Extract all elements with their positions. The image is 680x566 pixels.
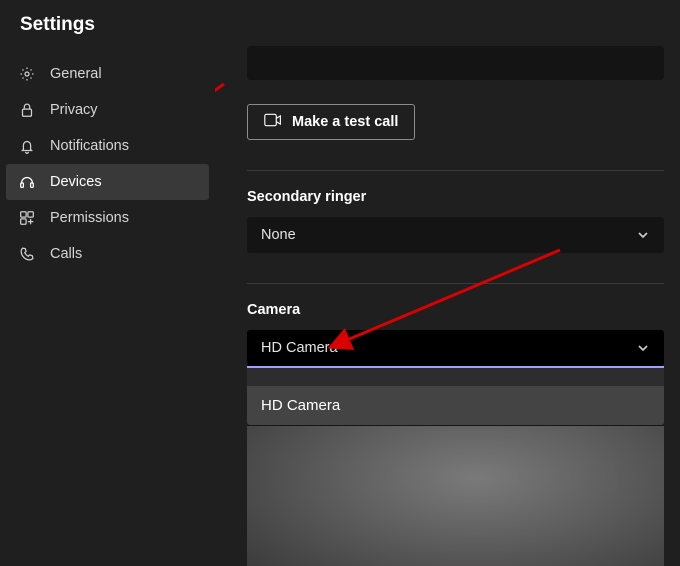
- secondary-ringer-select[interactable]: None: [247, 217, 664, 253]
- gear-icon: [18, 65, 36, 83]
- phone-icon: [18, 245, 36, 263]
- annotation-arrow: [215, 76, 229, 196]
- select-value: HD Camera: [261, 340, 338, 356]
- dropdown-spacer: [247, 368, 664, 386]
- sidebar-item-label: General: [50, 66, 102, 82]
- chevron-down-icon: [636, 228, 650, 242]
- sidebar-item-label: Permissions: [50, 210, 129, 226]
- sidebar-item-label: Calls: [50, 246, 82, 262]
- page-title: Settings: [0, 0, 680, 44]
- sidebar-item-label: Notifications: [50, 138, 129, 154]
- camera-select[interactable]: HD Camera: [247, 330, 664, 366]
- headset-icon: [18, 173, 36, 191]
- sidebar-item-devices[interactable]: Devices: [6, 164, 209, 200]
- camera-dropdown: HD Camera: [247, 368, 664, 425]
- camera-preview: Preview: [247, 425, 664, 566]
- sidebar-item-notifications[interactable]: Notifications: [0, 128, 215, 164]
- sidebar: General Privacy Notifications Devices Pe: [0, 44, 215, 566]
- camera-preview-image: [247, 425, 664, 566]
- secondary-ringer-heading: Secondary ringer: [247, 189, 664, 205]
- sidebar-item-label: Privacy: [50, 102, 98, 118]
- video-call-icon: [264, 113, 282, 131]
- lock-icon: [18, 101, 36, 119]
- button-label: Make a test call: [292, 114, 398, 130]
- sidebar-item-general[interactable]: General: [0, 56, 215, 92]
- camera-heading: Camera: [247, 302, 664, 318]
- divider: [247, 170, 664, 171]
- chevron-down-icon: [636, 341, 650, 355]
- sidebar-item-calls[interactable]: Calls: [0, 236, 215, 272]
- select-value: None: [261, 227, 296, 243]
- apps-icon: [18, 209, 36, 227]
- sidebar-item-permissions[interactable]: Permissions: [0, 200, 215, 236]
- content: Make a test call Secondary ringer None C…: [215, 44, 680, 566]
- bell-icon: [18, 137, 36, 155]
- make-test-call-button[interactable]: Make a test call: [247, 104, 415, 140]
- sidebar-item-label: Devices: [50, 174, 102, 190]
- divider: [247, 283, 664, 284]
- sidebar-item-privacy[interactable]: Privacy: [0, 92, 215, 128]
- speaker-select[interactable]: [247, 46, 664, 80]
- camera-option-hd[interactable]: HD Camera: [247, 386, 664, 425]
